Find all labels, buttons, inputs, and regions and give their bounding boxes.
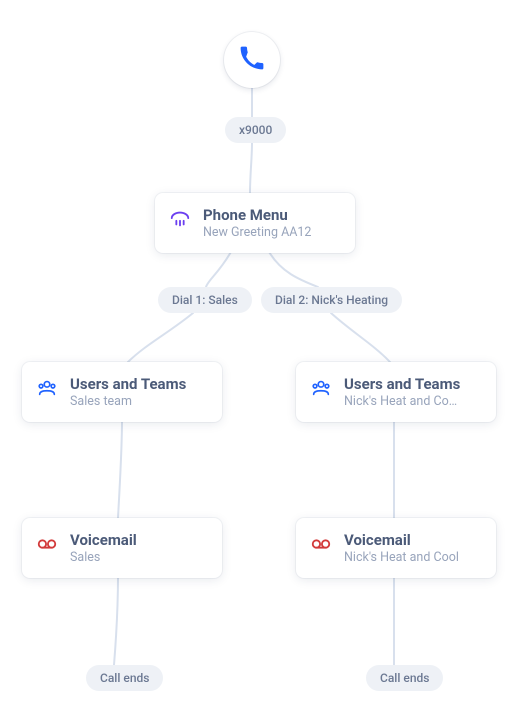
branch-label: Dial 1: Sales xyxy=(172,293,238,307)
node-title: Users and Teams xyxy=(70,376,186,393)
branch-pill-left[interactable]: Dial 1: Sales xyxy=(158,287,252,313)
phone-menu-node[interactable]: Phone Menu New Greeting AA12 xyxy=(155,193,355,253)
node-subtitle: Sales xyxy=(70,550,137,565)
node-title: Voicemail xyxy=(70,532,137,549)
start-node[interactable] xyxy=(224,32,280,88)
flow-connectors xyxy=(0,0,520,722)
voicemail-node-right[interactable]: Voicemail Nick's Heat and Cool xyxy=(296,518,496,578)
node-subtitle: Nick's Heat and Cool xyxy=(344,550,459,565)
phone-menu-title: Phone Menu xyxy=(203,207,311,224)
team-icon xyxy=(310,377,332,403)
node-title: Voicemail xyxy=(344,532,459,549)
node-title: Users and Teams xyxy=(344,376,460,393)
extension-tag[interactable]: x9000 xyxy=(225,117,286,143)
voicemail-node-left[interactable]: Voicemail Sales xyxy=(22,518,222,578)
team-icon xyxy=(36,377,58,403)
phone-menu-subtitle: New Greeting AA12 xyxy=(203,225,311,240)
end-label: Call ends xyxy=(380,671,429,685)
voicemail-icon xyxy=(310,533,332,559)
users-teams-node-right[interactable]: Users and Teams Nick's Heat and Co… xyxy=(296,362,496,422)
voicemail-icon xyxy=(36,533,58,559)
phone-icon xyxy=(239,45,265,75)
end-label: Call ends xyxy=(100,671,149,685)
extension-label: x9000 xyxy=(239,123,272,137)
end-tag-left: Call ends xyxy=(86,665,163,691)
users-teams-node-left[interactable]: Users and Teams Sales team xyxy=(22,362,222,422)
node-subtitle: Sales team xyxy=(70,394,186,409)
ivr-icon xyxy=(169,208,191,234)
node-subtitle: Nick's Heat and Co… xyxy=(344,394,460,409)
branch-label: Dial 2: Nick's Heating xyxy=(275,293,388,307)
branch-pill-right[interactable]: Dial 2: Nick's Heating xyxy=(261,287,402,313)
end-tag-right: Call ends xyxy=(366,665,443,691)
